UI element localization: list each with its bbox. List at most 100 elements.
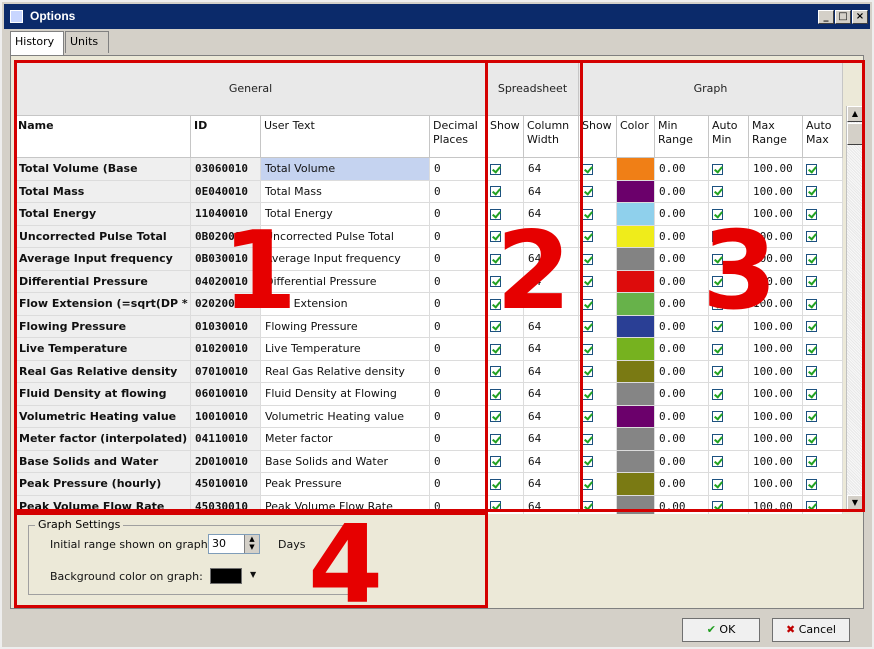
color-cell[interactable] bbox=[617, 203, 655, 226]
checkbox[interactable] bbox=[582, 456, 593, 467]
color-swatch[interactable] bbox=[617, 225, 654, 247]
ok-button[interactable]: ✔ OK bbox=[682, 618, 760, 642]
color-cell[interactable] bbox=[617, 495, 655, 514]
name-cell[interactable]: Peak Pressure (hourly) bbox=[15, 473, 191, 496]
id-cell[interactable]: 45010010 bbox=[191, 473, 261, 496]
show-checkbox-cell[interactable] bbox=[487, 180, 524, 203]
decimal-cell[interactable]: 0 bbox=[430, 225, 487, 248]
g-show-checkbox-cell[interactable] bbox=[579, 450, 617, 473]
decimal-cell[interactable]: 0 bbox=[430, 495, 487, 514]
auto-max-checkbox-cell[interactable] bbox=[803, 360, 843, 383]
auto-max-checkbox-cell[interactable] bbox=[803, 270, 843, 293]
auto-min-checkbox-cell[interactable] bbox=[709, 473, 749, 496]
decimal-cell[interactable]: 0 bbox=[430, 203, 487, 226]
checkbox[interactable] bbox=[490, 501, 501, 512]
col-max-range[interactable]: Max Range bbox=[749, 116, 803, 158]
name-cell[interactable]: Flowing Pressure bbox=[15, 315, 191, 338]
name-cell[interactable]: Peak Volume Flow Rate bbox=[15, 495, 191, 514]
max-cell[interactable]: 100.00 bbox=[749, 473, 803, 496]
col-user-text[interactable]: User Text bbox=[261, 116, 430, 158]
g-show-checkbox-cell[interactable] bbox=[579, 270, 617, 293]
auto-max-checkbox-cell[interactable] bbox=[803, 338, 843, 361]
auto-min-checkbox-cell[interactable] bbox=[709, 428, 749, 451]
checkbox[interactable] bbox=[582, 388, 593, 400]
checkbox[interactable] bbox=[712, 501, 723, 512]
id-cell[interactable]: 10010010 bbox=[191, 405, 261, 428]
col-color[interactable]: Color bbox=[617, 116, 655, 158]
checkbox[interactable] bbox=[806, 321, 817, 332]
bg-color-swatch[interactable] bbox=[210, 568, 242, 584]
g-show-checkbox-cell[interactable] bbox=[579, 203, 617, 226]
checkbox[interactable] bbox=[806, 298, 817, 310]
show-checkbox-cell[interactable] bbox=[487, 473, 524, 496]
min-cell[interactable]: 0.00 bbox=[655, 315, 709, 338]
checkbox[interactable] bbox=[806, 478, 817, 490]
width-cell[interactable]: 64 bbox=[524, 180, 579, 203]
color-swatch[interactable] bbox=[617, 338, 654, 360]
g-show-checkbox-cell[interactable] bbox=[579, 360, 617, 383]
color-swatch[interactable] bbox=[617, 248, 654, 270]
max-cell[interactable]: 100.00 bbox=[749, 405, 803, 428]
color-swatch[interactable] bbox=[617, 180, 654, 202]
decimal-cell[interactable]: 0 bbox=[430, 338, 487, 361]
id-cell[interactable]: 01020010 bbox=[191, 338, 261, 361]
checkbox[interactable] bbox=[582, 208, 593, 220]
color-cell[interactable] bbox=[617, 225, 655, 248]
width-cell[interactable]: 64 bbox=[524, 428, 579, 451]
width-cell[interactable]: 64 bbox=[524, 383, 579, 406]
color-swatch[interactable] bbox=[617, 473, 654, 495]
name-cell[interactable]: Total Mass bbox=[15, 180, 191, 203]
name-cell[interactable]: Real Gas Relative density bbox=[15, 360, 191, 383]
checkbox[interactable] bbox=[582, 276, 593, 287]
checkbox[interactable] bbox=[806, 411, 817, 422]
checkbox[interactable] bbox=[582, 433, 593, 445]
checkbox[interactable] bbox=[490, 433, 501, 445]
color-cell[interactable] bbox=[617, 315, 655, 338]
g-show-checkbox-cell[interactable] bbox=[579, 473, 617, 496]
color-swatch[interactable] bbox=[617, 270, 654, 292]
decimal-cell[interactable]: 0 bbox=[430, 248, 487, 271]
spinner-arrows-icon[interactable]: ▲ ▼ bbox=[244, 535, 259, 553]
max-cell[interactable]: 100.00 bbox=[749, 428, 803, 451]
auto-max-checkbox-cell[interactable] bbox=[803, 473, 843, 496]
min-cell[interactable]: 0.00 bbox=[655, 248, 709, 271]
checkbox[interactable] bbox=[806, 501, 817, 512]
color-cell[interactable] bbox=[617, 383, 655, 406]
user-text-cell[interactable]: Real Gas Relative density bbox=[261, 360, 430, 383]
color-cell[interactable] bbox=[617, 338, 655, 361]
show-checkbox-cell[interactable] bbox=[487, 405, 524, 428]
grid-scrollbar[interactable]: ▲ ▼ bbox=[846, 106, 863, 512]
color-cell[interactable] bbox=[617, 428, 655, 451]
checkbox[interactable] bbox=[712, 456, 723, 467]
color-swatch[interactable] bbox=[617, 158, 654, 180]
min-cell[interactable]: 0.00 bbox=[655, 158, 709, 181]
g-show-checkbox-cell[interactable] bbox=[579, 428, 617, 451]
color-swatch[interactable] bbox=[617, 450, 654, 472]
col-column-width[interactable]: Column Width bbox=[524, 116, 579, 158]
initial-range-value[interactable]: 30 bbox=[212, 537, 226, 550]
checkbox[interactable] bbox=[490, 186, 501, 197]
max-cell[interactable]: 100.00 bbox=[749, 158, 803, 181]
auto-min-checkbox-cell[interactable] bbox=[709, 158, 749, 181]
auto-min-checkbox-cell[interactable] bbox=[709, 495, 749, 514]
checkbox[interactable] bbox=[806, 433, 817, 445]
col-show[interactable]: Show bbox=[487, 116, 524, 158]
g-show-checkbox-cell[interactable] bbox=[579, 180, 617, 203]
checkbox[interactable] bbox=[806, 231, 817, 242]
user-text-cell[interactable]: Volumetric Heating value bbox=[261, 405, 430, 428]
g-show-checkbox-cell[interactable] bbox=[579, 495, 617, 514]
checkbox[interactable] bbox=[806, 388, 817, 400]
checkbox[interactable] bbox=[712, 433, 723, 445]
checkbox[interactable] bbox=[490, 343, 501, 355]
width-cell[interactable]: 64 bbox=[524, 360, 579, 383]
min-cell[interactable]: 0.00 bbox=[655, 450, 709, 473]
col-id[interactable]: ID bbox=[191, 116, 261, 158]
min-cell[interactable]: 0.00 bbox=[655, 473, 709, 496]
auto-max-checkbox-cell[interactable] bbox=[803, 293, 843, 316]
color-swatch[interactable] bbox=[617, 405, 654, 427]
decimal-cell[interactable]: 0 bbox=[430, 428, 487, 451]
id-cell[interactable]: 0E040010 bbox=[191, 180, 261, 203]
min-cell[interactable]: 0.00 bbox=[655, 405, 709, 428]
checkbox[interactable] bbox=[582, 253, 593, 265]
show-checkbox-cell[interactable] bbox=[487, 383, 524, 406]
